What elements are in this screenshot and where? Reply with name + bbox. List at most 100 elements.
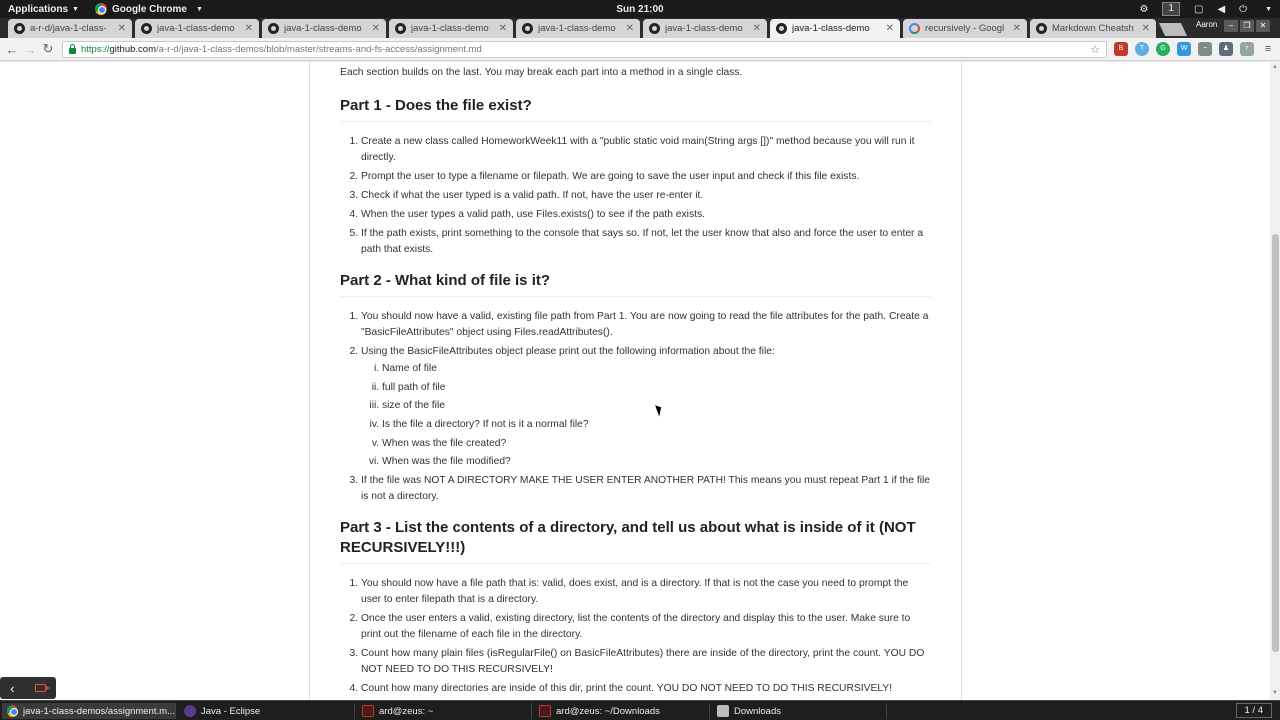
github-icon — [395, 23, 406, 34]
url-scheme: https:// — [81, 44, 110, 55]
scroll-up-icon[interactable]: ▲ — [1272, 64, 1278, 70]
tab-title: java-1-class-demo — [157, 23, 235, 34]
list-item: Using the BasicFileAttributes object ple… — [361, 344, 931, 470]
new-tab-button[interactable] — [1158, 23, 1188, 36]
browser-tab[interactable]: Markdown Cheatsh ✕ — [1030, 19, 1156, 38]
tab-title: java-1-class-demo — [284, 23, 362, 34]
file-info-sublist: Name of file full path of file size of t… — [361, 361, 931, 470]
close-icon[interactable]: ✕ — [626, 23, 634, 34]
scrollbar-thumb[interactable] — [1272, 234, 1279, 652]
part1-steps: Create a new class called HomeworkWeek11… — [340, 134, 931, 261]
browser-tab[interactable]: recursively - Googl ✕ — [903, 19, 1027, 38]
active-app-menu[interactable]: Google Chrome ▼ — [87, 0, 211, 18]
extension-icon[interactable]: r — [1240, 42, 1254, 56]
system-tray: ⚙ 1 ▢ ◀ ⏻ ▼ — [1139, 0, 1272, 18]
tab-title: java-1-class-demo — [792, 23, 870, 34]
part2-heading: Part 2 - What kind of file is it? — [340, 271, 931, 297]
taskbar-item-label: ard@zeus: ~/Downloads — [556, 705, 660, 717]
taskbar-item-label: ard@zeus: ~ — [379, 705, 434, 717]
menu-icon[interactable]: ≡ — [1261, 42, 1275, 56]
system-top-bar: Applications ▼ Google Chrome ▼ Sun 21:00… — [0, 0, 1280, 18]
url-host: github.com — [109, 44, 156, 55]
gear-icon[interactable]: ⚙ — [1139, 4, 1148, 15]
chevron-left-icon[interactable]: ‹ — [10, 681, 14, 696]
browser-tab[interactable]: java-1-class-demo ✕ — [135, 19, 259, 38]
page-content: Each section builds on the last. You may… — [0, 62, 1270, 700]
browser-tab[interactable]: java-1-class-demo ✕ — [262, 19, 386, 38]
sublist-item: When was the file modified? — [382, 454, 931, 470]
list-item: Check if what the user typed is a valid … — [361, 188, 931, 204]
list-item: Create a new class called HomeworkWeek11… — [361, 134, 931, 166]
github-icon — [776, 23, 787, 34]
applications-menu[interactable]: Applications ▼ — [0, 0, 87, 18]
minimize-icon[interactable]: – — [1224, 20, 1238, 32]
extensions-bar: B T G W ~ ♟ r ≡ — [1114, 42, 1275, 56]
extension-icon[interactable]: W — [1177, 42, 1191, 56]
browser-tab-active[interactable]: java-1-class-demo ✕ — [770, 19, 900, 38]
sublist-item: Name of file — [382, 361, 931, 377]
taskbar-item-eclipse[interactable]: Java - Eclipse — [179, 703, 355, 719]
github-icon — [1036, 23, 1047, 34]
close-icon[interactable]: ✕ — [499, 23, 507, 34]
browser-toolbar: ← → ↻ https://github.com/a-r-d/java-1-cl… — [0, 38, 1280, 61]
extension-icon[interactable]: ♟ — [1219, 42, 1233, 56]
profile-name[interactable]: Aaron — [1196, 20, 1217, 29]
close-icon[interactable]: ✕ — [1013, 23, 1021, 34]
taskbar-item-terminal[interactable]: ard@zeus: ~ — [357, 703, 532, 719]
extension-icon[interactable]: T — [1135, 42, 1149, 56]
reload-icon[interactable]: ↻ — [39, 41, 57, 57]
list-item: If the file was NOT A DIRECTORY MAKE THE… — [361, 473, 931, 505]
taskbar-item-downloads[interactable]: Downloads — [712, 703, 887, 719]
sublist-item: Is the file a directory? If not is it a … — [382, 417, 931, 433]
applications-menu-label: Applications — [8, 3, 69, 15]
workspace-pager[interactable]: 1 / 4 — [1235, 703, 1272, 718]
record-camera-icon[interactable] — [34, 684, 50, 692]
back-arrow-icon[interactable]: ← — [3, 42, 21, 57]
screen-recorder-widget: ‹ — [0, 677, 56, 699]
workspace-indicator[interactable]: 1 — [1162, 2, 1180, 16]
eclipse-icon — [184, 705, 196, 717]
github-icon — [522, 23, 533, 34]
close-icon[interactable]: ✕ — [372, 23, 380, 34]
bookmark-star-icon[interactable]: ☆ — [1090, 43, 1100, 56]
folder-icon — [717, 705, 729, 717]
markdown-article: Each section builds on the last. You may… — [309, 62, 962, 700]
close-icon[interactable]: ✕ — [245, 23, 253, 34]
forward-arrow-icon[interactable]: → — [21, 42, 39, 57]
close-window-icon[interactable]: ✕ — [1256, 20, 1270, 32]
taskbar-item-chrome[interactable]: java-1-class-demos/assignment.m... — [2, 703, 176, 719]
taskbar-item-label: java-1-class-demos/assignment.m... — [22, 705, 175, 717]
close-icon[interactable]: ✕ — [1142, 23, 1150, 34]
browser-tab[interactable]: java-1-class-demo ✕ — [516, 19, 640, 38]
browser-tab[interactable]: a-r-d/java-1-class- ✕ — [8, 19, 132, 38]
github-icon — [649, 23, 660, 34]
browser-tab[interactable]: java-1-class-demo ✕ — [389, 19, 513, 38]
window-controls: – ❐ ✕ — [1224, 20, 1270, 32]
github-icon — [268, 23, 279, 34]
browser-tab[interactable]: java-1-class-demo ✕ — [643, 19, 767, 38]
close-icon[interactable]: ✕ — [118, 23, 126, 34]
power-icon[interactable]: ⏻ — [1239, 4, 1247, 15]
tab-title: java-1-class-demo — [665, 23, 743, 34]
sublist-item: When was the file created? — [382, 436, 931, 452]
close-icon[interactable]: ✕ — [886, 23, 894, 34]
tab-title: java-1-class-demo — [538, 23, 616, 34]
chevron-down-icon[interactable]: ▼ — [1265, 6, 1272, 13]
list-item: Once the user enters a valid, existing d… — [361, 611, 931, 643]
tab-title: recursively - Googl — [925, 23, 1005, 34]
extension-icon[interactable]: G — [1156, 42, 1170, 56]
close-icon[interactable]: ✕ — [753, 23, 761, 34]
window-icon[interactable]: ▢ — [1194, 4, 1203, 15]
scroll-down-icon[interactable]: ▼ — [1272, 690, 1278, 696]
extension-icon[interactable]: B — [1114, 42, 1128, 56]
terminal-icon — [362, 705, 374, 717]
maximize-icon[interactable]: ❐ — [1240, 20, 1254, 32]
extension-icon[interactable]: ~ — [1198, 42, 1212, 56]
vertical-scrollbar[interactable]: ▲ ▼ — [1270, 62, 1280, 700]
taskbar-item-terminal-downloads[interactable]: ard@zeus: ~/Downloads — [534, 703, 710, 719]
terminal-icon — [539, 705, 551, 717]
address-bar[interactable]: https://github.com/a-r-d/java-1-class-de… — [62, 41, 1107, 58]
volume-icon[interactable]: ◀ — [1217, 4, 1225, 15]
part3-steps: You should now have a file path that is:… — [340, 576, 931, 700]
sublist-item: full path of file — [382, 380, 931, 396]
